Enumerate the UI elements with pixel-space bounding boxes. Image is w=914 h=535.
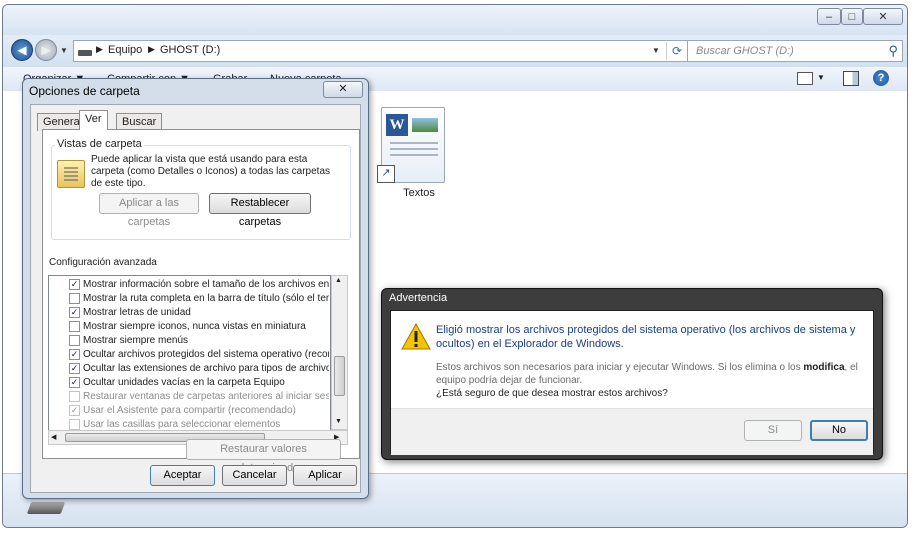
no-button[interactable]: No: [810, 420, 868, 441]
item-label: Mostrar letras de unidad: [83, 307, 191, 318]
apply-button[interactable]: Aplicar: [293, 465, 357, 486]
dialog-title: Opciones de carpeta: [29, 84, 140, 98]
scroll-left-icon[interactable]: ◀: [51, 433, 56, 441]
folder-views-label: Vistas de carpeta: [55, 138, 144, 150]
list-item[interactable]: ✓ Ocultar archivos protegidos del sistema…: [67, 348, 329, 362]
checkbox[interactable]: [69, 321, 80, 332]
text-line: [390, 154, 438, 156]
breadcrumb-chevron-icon: ▶: [96, 44, 103, 54]
thumbnail-image: [412, 118, 438, 132]
checkbox[interactable]: [69, 293, 80, 304]
warning-footer: Sí No: [391, 408, 873, 455]
address-row: ◀ ▶ ▼ ▶ Equipo ▶ GHOST (D:) ▼ ⟳ Buscar G…: [3, 35, 907, 67]
scroll-thumb[interactable]: [334, 356, 345, 396]
breadcrumb-equipo[interactable]: Equipo: [108, 44, 142, 56]
checkbox[interactable]: ✓: [69, 363, 80, 374]
search-icon[interactable]: ⚲: [888, 41, 898, 61]
reset-folders-button[interactable]: Restablecer carpetas: [209, 193, 311, 228]
tab-ver[interactable]: Ver: [79, 110, 108, 130]
vertical-scrollbar[interactable]: ▲ ▼: [331, 275, 348, 430]
refresh-icon[interactable]: ⟳: [666, 42, 687, 60]
ok-button[interactable]: Aceptar: [150, 465, 215, 486]
cancel-button[interactable]: Cancelar: [222, 465, 287, 486]
checkbox[interactable]: ✓: [69, 307, 80, 318]
item-label: Restaurar ventanas de carpetas anteriore…: [83, 391, 329, 402]
list-item[interactable]: ✓ Usar el Asistente para compartir (recom…: [67, 404, 329, 418]
address-bar[interactable]: ▶ Equipo ▶ GHOST (D:) ▼ ⟳: [73, 40, 691, 62]
list-item[interactable]: Mostrar siempre iconos, nunca vistas en …: [67, 320, 329, 334]
checkbox[interactable]: ✓: [69, 349, 80, 360]
warning-main-text: Eligió mostrar los archivos protegidos d…: [436, 324, 856, 350]
word-logo-icon: W: [386, 114, 408, 136]
advanced-settings-list[interactable]: ✓ Mostrar información sobre el tamaño de …: [48, 275, 331, 445]
scroll-up-icon[interactable]: ▲: [335, 277, 342, 284]
checkbox[interactable]: [69, 335, 80, 346]
item-label: Ocultar archivos protegidos del sistema …: [83, 349, 329, 360]
search-input[interactable]: Buscar GHOST (D:) ⚲: [687, 40, 903, 62]
item-label: Mostrar siempre iconos, nunca vistas en …: [83, 321, 306, 332]
view-options-icon[interactable]: [797, 72, 813, 85]
list-item[interactable]: Mostrar siempre menús: [67, 334, 329, 348]
restore-defaults-button[interactable]: Restaurar valores predeterminados: [186, 439, 341, 474]
yes-button[interactable]: Sí: [744, 420, 802, 441]
help-icon[interactable]: ?: [873, 70, 889, 86]
dialog-body: General Ver Buscar Vistas de carpeta Pue…: [30, 104, 361, 493]
list-item[interactable]: Restaurar ventanas de carpetas anteriore…: [67, 390, 329, 404]
folder-options-dialog: Opciones de carpeta ✕ General Ver Buscar…: [22, 78, 369, 499]
window-close-button[interactable]: ✕: [863, 8, 903, 25]
checkbox[interactable]: ✓: [69, 279, 80, 290]
shortcut-arrow-icon: ↗: [377, 165, 395, 183]
warning-body: Eligió mostrar los archivos protegidos d…: [390, 310, 874, 455]
list-item[interactable]: ✓ Mostrar letras de unidad: [67, 306, 329, 320]
recent-pages-chevron-icon[interactable]: ▼: [60, 46, 68, 55]
preview-pane-icon[interactable]: [843, 71, 859, 86]
close-icon[interactable]: ✕: [323, 81, 363, 98]
grid-pattern: [64, 167, 78, 181]
item-label: Ocultar las extensiones de archivo para …: [83, 363, 329, 374]
warning-triangle-icon: [401, 323, 431, 350]
breadcrumb-chevron-icon: ▶: [148, 44, 155, 54]
list-item[interactable]: ✓ Ocultar las extensiones de archivo para…: [67, 362, 329, 376]
list-item[interactable]: ✓ Ocultar unidades vacías en la carpeta E…: [67, 376, 329, 390]
item-label: Mostrar la ruta completa en la barra de …: [83, 293, 329, 304]
breadcrumb-ghost-drive[interactable]: GHOST (D:): [160, 44, 220, 56]
text-line: [390, 142, 438, 144]
drive-icon: [78, 50, 92, 56]
warning-question: ¿Está seguro de que desea mostrar estos …: [436, 388, 668, 399]
search-placeholder: Buscar GHOST (D:): [696, 45, 794, 57]
advanced-settings-label: Configuración avanzada: [49, 257, 157, 268]
item-label: Usar el Asistente para compartir (recome…: [83, 405, 296, 416]
item-label: Usar las casillas para seleccionar eleme…: [83, 419, 281, 430]
detail-bold: modifica: [803, 362, 845, 373]
view-dropdown-icon[interactable]: ▼: [817, 73, 825, 82]
checkbox[interactable]: [69, 419, 80, 430]
apply-to-folders-button[interactable]: Aplicar a las carpetas: [99, 193, 199, 228]
forward-arrow-icon[interactable]: ▶: [35, 39, 57, 61]
text-line: [390, 148, 438, 150]
item-label: Ocultar unidades vacías en la carpeta Eq…: [83, 377, 285, 388]
tab-page-ver: Vistas de carpeta Puede aplicar la vista…: [42, 129, 360, 459]
detail-prefix: Estos archivos son necesarios para inici…: [436, 362, 804, 373]
title-bar: – □ ✕: [3, 5, 907, 35]
warning-dialog: Advertencia Eligió mostrar los archivos …: [381, 288, 883, 460]
folder-views-description: Puede aplicar la vista que está usando p…: [91, 154, 331, 189]
minimize-button[interactable]: –: [817, 8, 841, 25]
scroll-down-icon[interactable]: ▼: [335, 418, 342, 425]
item-label: Mostrar siempre menús: [83, 335, 189, 346]
address-dropdown-icon[interactable]: ▼: [652, 46, 660, 55]
folder-view-icon: [57, 160, 85, 188]
list-item[interactable]: Mostrar la ruta completa en la barra de …: [67, 292, 329, 306]
warning-title: Advertencia: [389, 292, 448, 304]
file-item-textos[interactable]: W ↗ Textos: [377, 107, 445, 199]
back-arrow-icon[interactable]: ◀: [11, 39, 33, 61]
warning-detail-text: Estos archivos son necesarios para inici…: [436, 361, 868, 387]
list-item[interactable]: ✓ Mostrar información sobre el tamaño de …: [67, 278, 329, 292]
checkbox[interactable]: ✓: [69, 405, 80, 416]
maximize-button[interactable]: □: [841, 8, 863, 25]
item-label: Mostrar información sobre el tamaño de l…: [83, 279, 329, 290]
file-name: Textos: [403, 187, 435, 199]
drive-icon: [26, 502, 66, 514]
checkbox[interactable]: [69, 391, 80, 402]
checkbox[interactable]: ✓: [69, 377, 80, 388]
